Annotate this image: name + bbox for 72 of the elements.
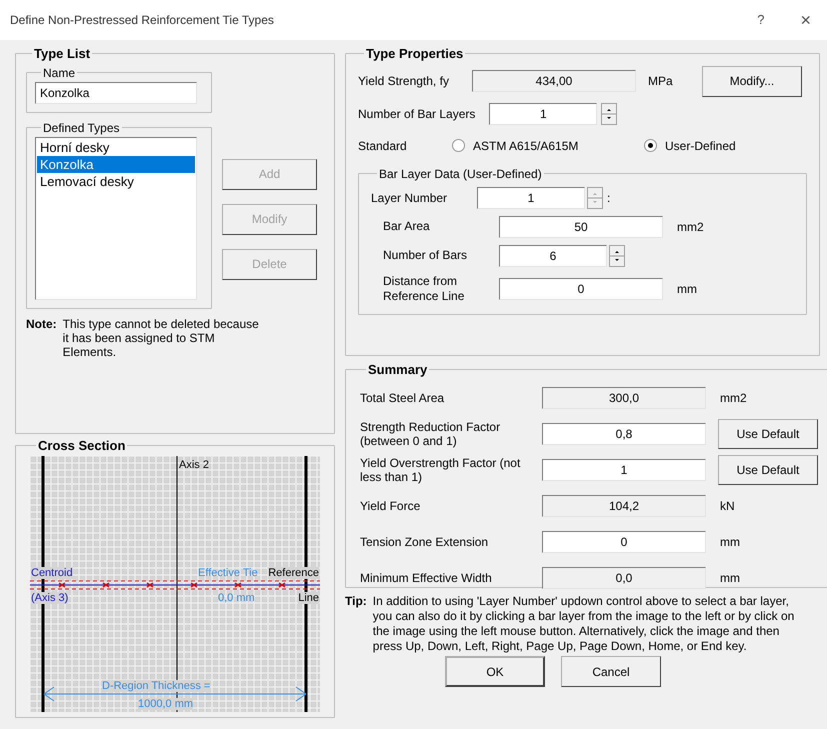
group-title: Type List [33,45,92,63]
field-label: Total Steel Area [360,390,446,404]
unit-label: mm [677,280,697,298]
list-box[interactable]: Horní desky Konzolka Lemovací desky [35,136,197,300]
unit-label: mm [720,534,740,550]
use-default-button[interactable]: Use Default [718,454,818,484]
list-item[interactable]: Horní desky [37,138,195,156]
value-field[interactable]: 0,0 [542,566,706,588]
value-field[interactable]: 0 [542,530,706,552]
modify-button[interactable]: Modify... [702,66,802,96]
radio-button[interactable] [452,139,465,152]
unit-label: kN [720,498,735,514]
unit-label: mm [720,570,740,586]
field-label: Yield Overstrength Factor (not less than 1) [360,456,522,484]
bar-layers-field[interactable]: 1 [489,102,598,124]
group-title: Cross Section [37,437,126,455]
field-label: Layer Number [371,190,448,206]
offset-label: 0,0 mm [218,592,255,604]
value-field[interactable]: 0,8 [542,422,706,444]
window-title: Define Non-Prestressed Reinforcement Tie Types [10,12,275,29]
option-label: ASTM A615/A615M [473,138,578,154]
option-label: User-Defined [665,138,736,154]
value-field[interactable]: 1 [542,458,706,480]
group-label: Name [42,64,76,82]
tip-label: Tip: [345,594,367,610]
cross-section-drawing[interactable] [30,456,320,712]
close-button[interactable]: × [800,6,811,34]
yield-strength-field[interactable]: 434,00 [472,70,636,92]
field-label: Strength Reduction Factor (between 0 and 1) [360,420,502,448]
dimension-label: D-Region Thickness = [102,680,210,692]
value-field[interactable]: 6 [499,244,607,266]
group-label: Bar Layer Data (User-Defined) [378,166,543,182]
value-field[interactable]: 0 [499,278,663,300]
value-field[interactable]: 300,0 [542,386,706,408]
group-label: Defined Types [42,120,120,136]
radio-button[interactable] [644,139,657,152]
spinner-control[interactable] [601,102,618,124]
field-label: Bar Area [383,219,431,234]
unit-label: mm2 [720,390,747,406]
name-field[interactable]: Konzolka [35,82,197,104]
use-default-button[interactable]: Use Default [718,418,818,448]
ok-button[interactable]: OK [445,656,545,687]
dimension-label: 1000,0 mm [138,698,194,710]
tie-label: Effective Tie [198,566,258,578]
reference-label: Reference [268,566,319,578]
group-title: Summary [367,361,428,379]
axis-label: Axis 2 [179,458,209,470]
axis-label: (Axis 3) [31,592,68,604]
reference-label: Line [298,592,319,604]
field-label: Yield Strength, fy [358,73,450,90]
colon-label: : [607,190,610,206]
list-item[interactable]: Konzolka [37,156,195,172]
help-button[interactable]: ? [757,10,764,30]
centroid-label: Centroid [31,566,73,578]
field-label: Distance from Reference Line [383,274,466,304]
tip-text: In addition to using 'Layer Number' updown control above to select a bar layer, you can also do it by clicking a bar layer from the image to the left or by click on the image using the left mouse button. Alternatively, click the image and then press Up, Down, Left, Right, Page Up, Page Down, Home, or End key. [372,594,796,654]
spinner-control[interactable] [609,244,625,266]
unit-label: mm2 [677,218,704,236]
field-label: Yield Force [360,498,422,512]
field-label: Minimum Effective Width [360,570,493,584]
list-item[interactable]: Lemovací desky [37,172,195,190]
note-label: Note: [26,316,57,332]
field-label: Tension Zone Extension [360,534,490,548]
value-field[interactable]: 50 [499,216,663,238]
value-field[interactable]: 104,2 [542,494,706,516]
field-label: Number of Bar Layers [358,106,476,122]
cancel-button[interactable]: Cancel [561,656,661,687]
note-text: This type cannot be deleted because it has been assigned to STM Elements. [62,316,260,358]
unit-label: MPa [648,73,674,90]
field-label: Number of Bars [383,248,468,263]
group-title: Type Properties [365,45,464,63]
field-label: Standard [358,138,408,154]
